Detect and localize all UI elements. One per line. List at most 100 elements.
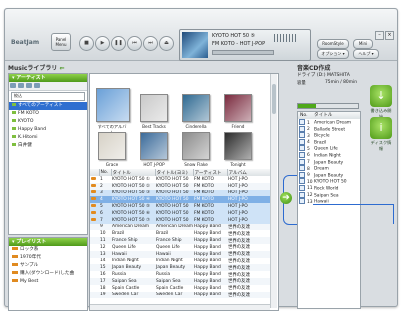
seek-bar[interactable]: [212, 50, 274, 55]
album-tile[interactable]: Friend: [222, 94, 254, 129]
artist-item[interactable]: FM KOTO: [9, 110, 87, 118]
checkbox[interactable]: [299, 138, 305, 145]
scroll-thumb[interactable]: [272, 84, 276, 114]
track-row[interactable]: 18 Spain Castle Spain Castle Happy Band 世界の友…: [90, 285, 270, 292]
artist-item[interactable]: Happy Band: [9, 126, 87, 134]
column-header[interactable]: No.: [99, 169, 112, 176]
roomstyle-button[interactable]: RoomStyle: [317, 39, 349, 49]
cd-track-row[interactable]: 2 Ballade Street: [298, 125, 360, 133]
artist-header[interactable]: ▾ アーティスト: [9, 74, 87, 82]
track-row[interactable]: 9 American Dream American Dream Happy Band 世…: [90, 223, 270, 231]
track-row[interactable]: 7 KYOTO HOT 50 ⑦ KYOTO HOT 50 FM KOTO HOT J-…: [90, 216, 270, 224]
playlist-item[interactable]: サンプル: [9, 262, 87, 270]
minimize-icon[interactable]: –: [375, 31, 384, 40]
eject-button[interactable]: ⏏: [159, 36, 174, 51]
artist-item[interactable]: KYOTO: [9, 118, 87, 126]
playlist-item[interactable]: 購入(ダウンロード)した曲: [9, 270, 87, 278]
album-tile[interactable]: Cinderella: [180, 94, 212, 129]
track-row[interactable]: 19 Sweden Car Sweden Car Happy Band 世界の友達: [90, 291, 270, 299]
checkbox[interactable]: [299, 184, 305, 191]
checkbox[interactable]: [299, 198, 305, 205]
disc-info-button[interactable]: i ディスク情報: [369, 117, 393, 152]
mini-button[interactable]: Mini: [353, 39, 373, 49]
cd-track-row[interactable]: 10KYOTO HOT 50: [298, 178, 360, 185]
column-header[interactable]: タイトル: [111, 169, 156, 176]
checkbox[interactable]: [299, 132, 305, 139]
artist-item[interactable]: すべてのアーティスト: [9, 102, 87, 110]
track-row[interactable]: 15 Japan Beauty Japan Beauty Happy Band 世界の友…: [90, 264, 270, 272]
back-arrow-icon[interactable]: ⇐: [60, 65, 65, 72]
checkbox[interactable]: [299, 119, 305, 125]
track-row[interactable]: 2 KYOTO HOT 50 ② KYOTO HOT 50 FM KOTO HOT J-…: [90, 182, 270, 190]
playlist-item[interactable]: ロック系: [9, 246, 87, 254]
checkbox[interactable]: [299, 151, 305, 158]
cd-col-title[interactable]: タイトル: [314, 112, 332, 119]
write-start-button[interactable]: ↓ 書き込み開始: [369, 85, 393, 120]
track-row[interactable]: 4 KYOTO HOT 50 ④ KYOTO HOT 50 FM KOTO HOT J-…: [90, 196, 270, 204]
track-row[interactable]: 17 Saipan Sea Saipan Sea Happy Band 世界の友達: [90, 277, 270, 285]
add-to-cd-arrow-icon[interactable]: ➔: [280, 192, 292, 204]
help-menu[interactable]: ヘルプ ▾: [353, 49, 379, 59]
cd-track-row[interactable]: 4 Brazil: [298, 138, 360, 146]
cd-track-row[interactable]: 1 American Dream: [298, 119, 360, 126]
artist-item[interactable]: K.Hitomi: [9, 134, 87, 142]
cd-track-row[interactable]: 9 Japan Beauty: [298, 171, 360, 179]
volume-meter[interactable]: [274, 34, 296, 42]
close-icon[interactable]: ×: [385, 31, 394, 40]
track-row[interactable]: 13 Hawaii Hawaii Happy Band 世界の友達: [90, 250, 270, 258]
playlist-item[interactable]: 1970年代: [9, 254, 87, 262]
track-row[interactable]: 5 KYOTO HOT 50 ⑤ KYOTO HOT 50 FM KOTO HOT J-…: [90, 203, 270, 210]
cd-track-row[interactable]: 7 Japan Beauty: [298, 158, 360, 166]
artist-item[interactable]: 白井健: [9, 142, 87, 150]
checkbox[interactable]: [299, 158, 305, 165]
pause-button[interactable]: ❚❚: [111, 36, 126, 51]
cd-col-no[interactable]: No.: [298, 112, 314, 119]
track-row[interactable]: 6 KYOTO HOT 50 ⑥ KYOTO HOT 50 FM KOTO HOT J-…: [90, 209, 270, 217]
horizontal-scrollbar[interactable]: [90, 304, 270, 310]
album-tile[interactable]: すべてのアルバム: [96, 88, 130, 136]
track-row[interactable]: 14 Indian Night Indian Night Happy Band 世界の友…: [90, 258, 270, 265]
checkbox[interactable]: [299, 171, 305, 178]
playlist-item[interactable]: My Best: [9, 278, 87, 286]
column-header[interactable]: タイトル(ヨミ): [155, 169, 194, 176]
column-header[interactable]: アルバム: [227, 169, 271, 176]
checkbox[interactable]: [299, 165, 305, 172]
checkbox[interactable]: [299, 191, 305, 198]
cd-track-row[interactable]: 6 Indian Night: [298, 151, 360, 159]
grid-view-icon[interactable]: [18, 83, 24, 88]
album-tile[interactable]: HOT J-POP: [138, 132, 170, 167]
track-row[interactable]: 10 Brazil Brazil Happy Band 世界の友達: [90, 230, 270, 237]
list-view-icon[interactable]: [10, 83, 16, 88]
track-row[interactable]: 1 KYOTO HOT 50 ① KYOTO HOT 50 FM KOTO HOT J-…: [90, 176, 270, 183]
play-button[interactable]: ▶: [95, 36, 110, 51]
sort-icon[interactable]: [26, 83, 32, 88]
cd-track-row[interactable]: 12Saipan Sea: [298, 191, 360, 199]
filter-icon[interactable]: [34, 83, 40, 88]
vertical-scrollbar[interactable]: [270, 74, 277, 308]
track-row[interactable]: 16 Russia Russia Happy Band 世界の友達: [90, 271, 270, 278]
previous-button[interactable]: ⏮: [127, 36, 142, 51]
cd-track-row[interactable]: 3 Bicycle: [298, 132, 360, 139]
checkbox[interactable]: [299, 145, 305, 152]
option-menu[interactable]: オプション ▾: [317, 49, 349, 59]
album-tile[interactable]: Grace: [96, 132, 128, 167]
drive-select[interactable]: ドライブ (D:) MATSHITA: [297, 72, 397, 80]
checkbox[interactable]: [299, 178, 305, 185]
album-tile[interactable]: Snow Flake: [180, 132, 212, 167]
next-button[interactable]: ⏭: [143, 36, 158, 51]
track-row[interactable]: 12 Queen Life Queen Life Happy Band 世界の友達: [90, 244, 270, 251]
cd-track-row[interactable]: 11Rock World: [298, 184, 360, 192]
column-header[interactable]: アーティスト: [193, 169, 228, 176]
cd-track-row[interactable]: 8 Dream: [298, 165, 360, 172]
track-row[interactable]: 3 KYOTO HOT 50 ③ KYOTO HOT 50 FM KOTO HOT J-…: [90, 189, 270, 197]
cd-track-row[interactable]: 5 Queen Life: [298, 145, 360, 152]
track-cell: 7: [99, 216, 111, 224]
filter-input[interactable]: 絞込: [11, 92, 85, 101]
playlist-header[interactable]: ▾ プレイリスト: [9, 238, 87, 246]
album-tile[interactable]: Tonight: [222, 132, 254, 167]
checkbox[interactable]: [299, 125, 305, 132]
stop-button[interactable]: ■: [79, 36, 94, 51]
panel-menu-button[interactable]: Panel Menu: [51, 33, 71, 51]
album-tile[interactable]: Best Tracks: [138, 94, 170, 129]
track-row[interactable]: 11 France Ship France Ship Happy Band 世界の友達: [90, 237, 270, 244]
